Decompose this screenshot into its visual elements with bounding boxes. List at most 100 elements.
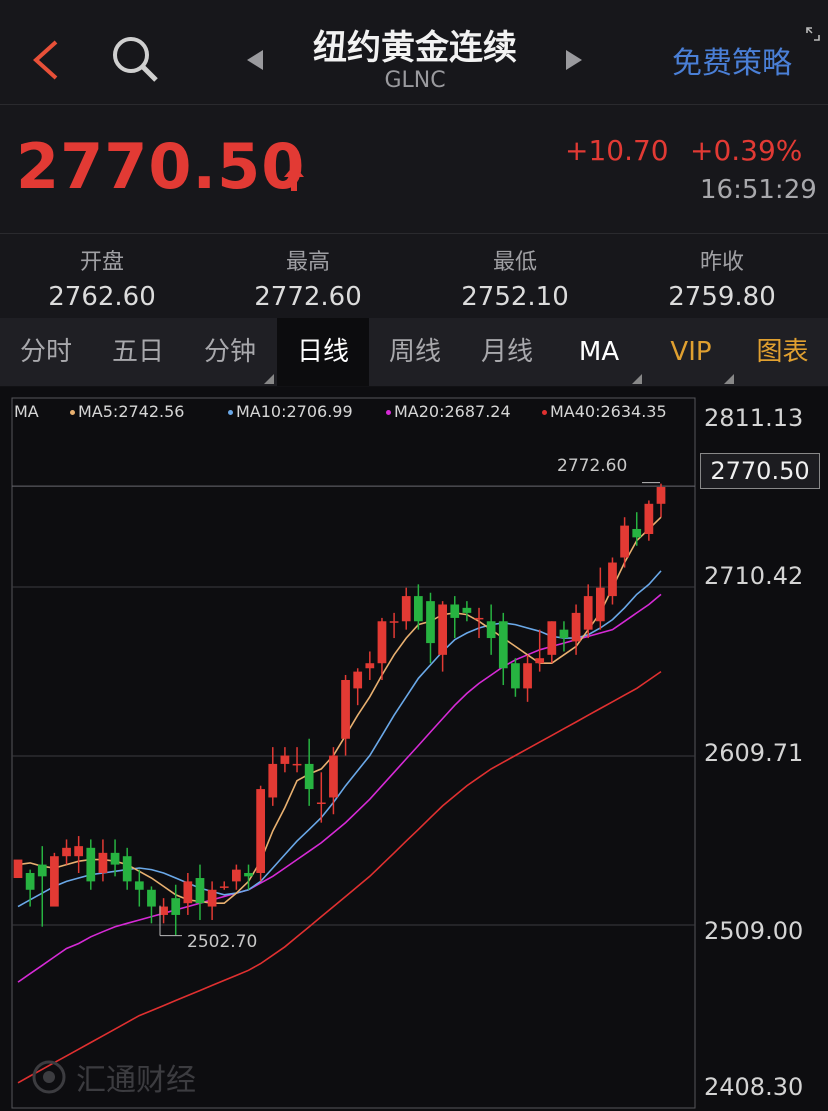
legend-ma: MA — [14, 402, 39, 421]
dropdown-corner-icon — [632, 374, 642, 384]
stat-label: 开盘 — [79, 250, 124, 275]
candle-body — [547, 621, 557, 655]
dropdown-corner-icon — [724, 374, 734, 384]
legend-ma10: MA10:2706.99 — [228, 402, 353, 421]
stat-label: 最高 — [285, 250, 330, 275]
candle-body — [329, 755, 338, 798]
candle-body — [62, 847, 71, 857]
candle-body — [195, 878, 205, 904]
candle-body — [426, 601, 435, 644]
candle-body — [353, 671, 363, 689]
candle-body — [25, 872, 35, 890]
tab-weekly[interactable]: 周线 — [369, 318, 461, 386]
search-icon[interactable] — [110, 34, 162, 84]
candle-body — [535, 658, 545, 664]
stat-open: 开盘 2762.60 — [12, 244, 192, 312]
ma10-dot — [228, 410, 233, 415]
free-strategy-link[interactable]: 免费策略 — [672, 38, 792, 82]
candle-body — [316, 802, 326, 805]
expand-icon[interactable] — [805, 26, 821, 42]
tab-minute[interactable]: 分钟 — [184, 318, 276, 386]
price-change: +10.70 — [565, 134, 669, 167]
stat-prev-close: 昨收 2759.80 — [632, 244, 812, 312]
candle-body — [292, 763, 302, 766]
candle-body — [171, 898, 181, 915]
candle-body — [304, 763, 314, 790]
tab-chart[interactable]: 图表 — [737, 318, 828, 386]
ma40-line — [17, 670, 662, 1084]
ma20-line — [17, 593, 662, 983]
y-tick-label: 2710.42 — [704, 562, 804, 590]
candle-body — [511, 663, 520, 689]
legend-ma5: MA5:2742.56 — [70, 402, 184, 421]
candle-body — [365, 663, 375, 669]
candle-body — [608, 562, 617, 597]
candle-body — [571, 612, 581, 642]
back-arrow-icon[interactable] — [28, 38, 68, 82]
legend-ma40: MA40:2634.35 — [542, 402, 667, 421]
candle-body — [98, 852, 108, 873]
page-title: 纽约黄金连续 — [313, 28, 517, 68]
candle-body — [86, 847, 96, 882]
y-tick-label: 2811.13 — [704, 404, 804, 432]
stat-value: 2759.80 — [668, 282, 776, 312]
tab-daily[interactable]: 日线 — [277, 318, 369, 386]
candle-body — [656, 487, 666, 504]
candle-body — [280, 755, 290, 764]
candle-body — [147, 889, 156, 907]
candle-body — [13, 859, 23, 879]
quote-time: 16:51:29 — [700, 175, 817, 205]
high-annotation: 2772.60 — [557, 456, 628, 476]
y-tick-label: 2609.71 — [704, 739, 804, 767]
candle-body — [632, 528, 642, 538]
candle-body — [50, 856, 59, 907]
legend-ma10-text: MA10:2706.99 — [236, 402, 353, 421]
candle-body — [341, 680, 350, 739]
candle-body — [244, 872, 253, 877]
stat-high: 最高 2772.60 — [218, 244, 398, 312]
candle-body — [498, 621, 508, 669]
candle-body — [450, 604, 460, 618]
ma40-dot — [542, 410, 547, 415]
instrument-code: GLNC — [384, 68, 446, 93]
price-change-percent: +0.39% — [690, 134, 803, 167]
candle-body — [183, 881, 193, 904]
candle-body — [401, 596, 411, 622]
candle-body — [486, 621, 496, 639]
legend-ma40-text: MA40:2634.35 — [550, 402, 667, 421]
up-arrow-icon — [284, 165, 304, 191]
candle-body — [620, 525, 629, 558]
legend-ma5-text: MA5:2742.56 — [78, 402, 185, 421]
candle-body — [74, 846, 84, 857]
candle-body — [438, 604, 447, 655]
candle-body — [595, 587, 605, 622]
tab-monthly[interactable]: 月线 — [461, 318, 553, 386]
legend-ma20-text: MA20:2687.24 — [394, 402, 511, 421]
watermark-logo-icon — [32, 1060, 66, 1094]
tab-intraday[interactable]: 分时 — [0, 318, 92, 386]
candle-body — [256, 789, 266, 873]
candle-body — [232, 869, 241, 882]
candle-body — [523, 663, 532, 689]
candle-body — [413, 596, 423, 622]
y-tick-label: 2509.00 — [704, 917, 804, 945]
ma5-dot — [70, 410, 75, 415]
candle-body — [110, 852, 120, 865]
plot-frame — [11, 397, 696, 1109]
candle-body — [389, 621, 399, 623]
stat-value: 2762.60 — [48, 282, 156, 312]
candle-body — [559, 629, 569, 639]
candle-body — [134, 881, 144, 890]
candle-body — [122, 856, 132, 882]
candle-body — [644, 503, 654, 535]
tab-five-day[interactable]: 五日 — [92, 318, 184, 386]
dropdown-corner-icon — [264, 374, 274, 384]
next-instrument-icon[interactable] — [562, 48, 584, 72]
ma20-dot — [386, 410, 391, 415]
previous-instrument-icon[interactable] — [245, 48, 267, 72]
y-tick-label: 2408.30 — [704, 1073, 804, 1101]
candle-body — [219, 886, 229, 888]
stat-label: 昨收 — [699, 250, 744, 275]
legend-ma20: MA20:2687.24 — [386, 402, 511, 421]
low-annotation: 2502.70 — [187, 932, 258, 952]
